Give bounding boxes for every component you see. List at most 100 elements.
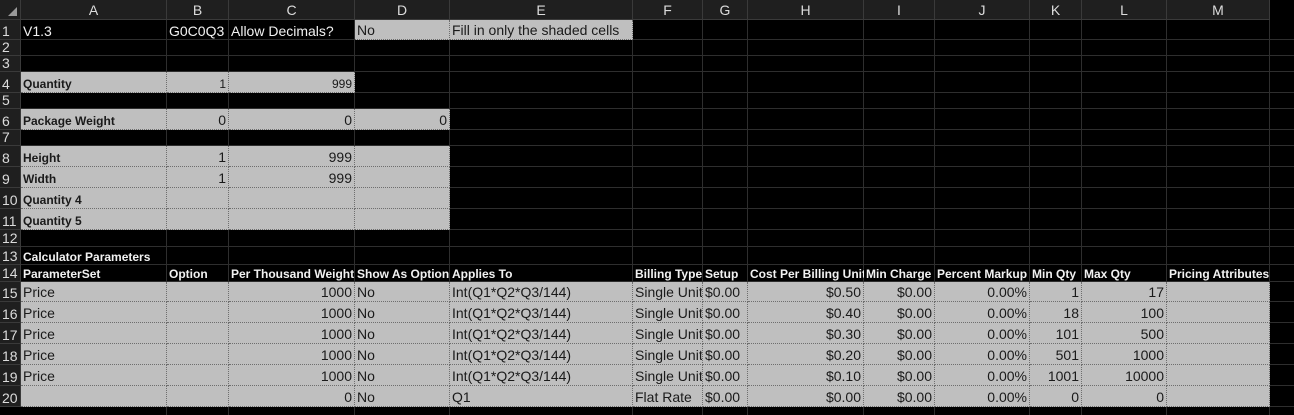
package-weight-max[interactable]: 0 (229, 109, 355, 130)
table-cell-f[interactable]: Single Unit (633, 323, 703, 344)
table-cell-c[interactable]: 1000 (229, 302, 355, 323)
width-max[interactable]: 999 (229, 167, 355, 188)
table-cell-c[interactable]: 1000 (229, 323, 355, 344)
row-header-14[interactable]: 14 (0, 265, 21, 282)
table-cell-k[interactable]: 1001 (1030, 365, 1082, 386)
width-min[interactable]: 1 (167, 167, 229, 188)
table-cell-i[interactable]: $0.00 (864, 282, 935, 302)
table-cell-m[interactable] (1167, 365, 1270, 386)
height-min[interactable]: 1 (167, 146, 229, 167)
table-cell-d[interactable]: No (355, 386, 450, 407)
table-cell-a[interactable] (21, 386, 167, 407)
table-cell-j[interactable]: 0.00% (935, 282, 1030, 302)
column-header-m[interactable]: M (1167, 0, 1270, 20)
table-header-g[interactable]: Setup (703, 265, 748, 282)
column-header-d[interactable]: D (355, 0, 450, 20)
column-header-b[interactable]: B (167, 0, 229, 20)
table-cell-a[interactable]: Price (21, 302, 167, 323)
column-header-f[interactable]: F (633, 0, 703, 20)
table-cell-b[interactable] (167, 386, 229, 407)
row-header-5[interactable]: 5 (0, 92, 21, 109)
table-cell-a[interactable]: Price (21, 323, 167, 344)
table-cell-i[interactable]: $0.00 (864, 344, 935, 365)
height-label[interactable]: Height (21, 146, 167, 167)
height-extra[interactable] (355, 146, 450, 167)
column-header-h[interactable]: H (748, 0, 864, 20)
row-header-18[interactable]: 18 (0, 344, 21, 365)
table-cell-e[interactable]: Q1 (450, 386, 633, 407)
column-header-i[interactable]: I (864, 0, 935, 20)
table-cell-h[interactable]: $0.00 (748, 386, 864, 407)
table-cell-a[interactable]: Price (21, 344, 167, 365)
column-header-l[interactable]: L (1082, 0, 1167, 20)
table-cell-b[interactable] (167, 344, 229, 365)
table-cell-b[interactable] (167, 302, 229, 323)
table-cell-f[interactable]: Flat Rate (633, 386, 703, 407)
row-header-8[interactable]: 8 (0, 146, 21, 167)
table-cell-j[interactable]: 0.00% (935, 302, 1030, 323)
table-header-a[interactable]: ParameterSet (21, 265, 167, 282)
calculator-code[interactable]: G0C0Q3 (167, 20, 229, 40)
column-header-j[interactable]: J (935, 0, 1030, 20)
table-header-f[interactable]: Billing Type (633, 265, 703, 282)
row-header-2[interactable]: 2 (0, 39, 21, 56)
row-header-10[interactable]: 10 (0, 188, 21, 209)
table-cell-b[interactable] (167, 323, 229, 344)
table-header-c[interactable]: Per Thousand Weight (229, 265, 355, 282)
row-header-12[interactable]: 12 (0, 230, 21, 247)
quantity-5-min[interactable] (167, 209, 229, 230)
table-cell-d[interactable]: No (355, 344, 450, 365)
version-label[interactable]: V1.3 (21, 20, 167, 40)
quantity-4-label[interactable]: Quantity 4 (21, 188, 167, 209)
table-cell-m[interactable] (1167, 386, 1270, 407)
quantity-5-extra[interactable] (355, 209, 450, 230)
package-weight-extra[interactable]: 0 (355, 109, 450, 130)
table-cell-m[interactable] (1167, 302, 1270, 323)
width-extra[interactable] (355, 167, 450, 188)
allow-decimals-value[interactable]: No (355, 20, 450, 40)
table-cell-m[interactable] (1167, 282, 1270, 302)
table-header-l[interactable]: Max Qty (1082, 265, 1167, 282)
table-cell-f[interactable]: Single Unit (633, 282, 703, 302)
table-cell-i[interactable]: $0.00 (864, 365, 935, 386)
height-max[interactable]: 999 (229, 146, 355, 167)
table-cell-l[interactable]: 100 (1082, 302, 1167, 323)
row-header-15[interactable]: 15 (0, 282, 21, 302)
quantity-max[interactable]: 999 (229, 72, 355, 93)
table-cell-d[interactable]: No (355, 282, 450, 302)
table-cell-m[interactable] (1167, 344, 1270, 365)
table-cell-i[interactable]: $0.00 (864, 302, 935, 323)
table-cell-c[interactable]: 1000 (229, 344, 355, 365)
column-header-a[interactable]: A (21, 0, 167, 20)
table-cell-h[interactable]: $0.20 (748, 344, 864, 365)
spreadsheet-grid[interactable]: A B C D E F G H I J K L M 1 2 3 4 5 6 7 8 9 10 11 12 13 14 15 16 17 18… (0, 0, 1294, 415)
table-cell-l[interactable]: 1000 (1082, 344, 1167, 365)
table-cell-h[interactable]: $0.10 (748, 365, 864, 386)
allow-decimals-label[interactable]: Allow Decimals? (229, 20, 355, 40)
table-cell-j[interactable]: 0.00% (935, 344, 1030, 365)
row-header-7[interactable]: 7 (0, 129, 21, 146)
table-header-b[interactable]: Option (167, 265, 229, 282)
column-header-g[interactable]: G (703, 0, 748, 20)
table-cell-e[interactable]: Int(Q1*Q2*Q3/144) (450, 282, 633, 302)
table-cell-e[interactable]: Int(Q1*Q2*Q3/144) (450, 344, 633, 365)
table-cell-m[interactable] (1167, 323, 1270, 344)
table-header-m[interactable]: Pricing Attributes (1167, 265, 1270, 282)
table-cell-k[interactable]: 101 (1030, 323, 1082, 344)
table-cell-g[interactable]: $0.00 (703, 282, 748, 302)
quantity-4-min[interactable] (167, 188, 229, 209)
row-header-1[interactable]: 1 (0, 20, 21, 40)
table-cell-f[interactable]: Single Unit (633, 365, 703, 386)
table-cell-l[interactable]: 0 (1082, 386, 1167, 407)
quantity-4-max[interactable] (229, 188, 355, 209)
table-cell-f[interactable]: Single Unit (633, 302, 703, 323)
row-header-9[interactable]: 9 (0, 167, 21, 188)
table-cell-k[interactable]: 18 (1030, 302, 1082, 323)
table-cell-g[interactable]: $0.00 (703, 323, 748, 344)
table-header-d[interactable]: Show As Option (355, 265, 450, 282)
table-cell-b[interactable] (167, 282, 229, 302)
instruction-note[interactable]: Fill in only the shaded cells (450, 20, 633, 40)
column-header-k[interactable]: K (1030, 0, 1082, 20)
row-header-20[interactable]: 20 (0, 386, 21, 407)
quantity-label[interactable]: Quantity (21, 72, 167, 93)
